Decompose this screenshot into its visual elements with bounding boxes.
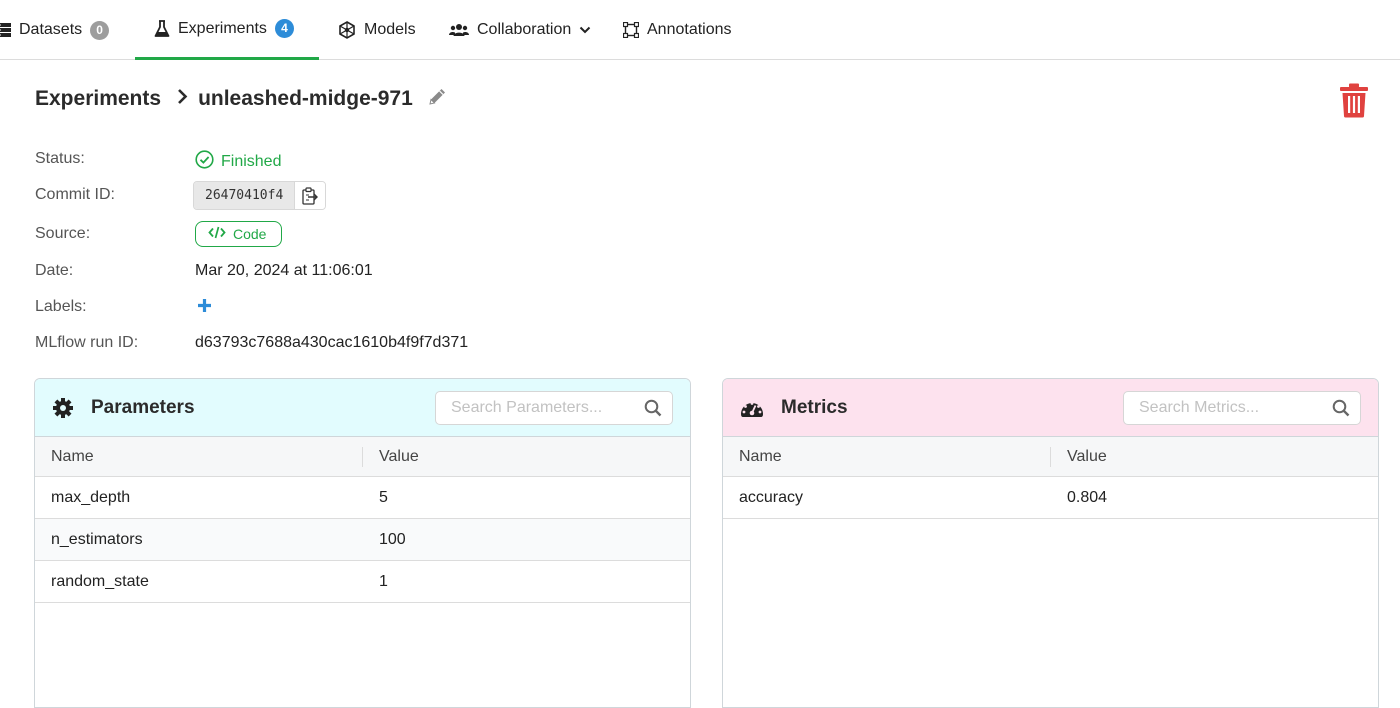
- table-row[interactable]: max_depth 5: [35, 477, 690, 519]
- source-label: Source:: [35, 225, 91, 242]
- metrics-panel: Metrics Name Value accuracy 0.804: [722, 378, 1379, 708]
- parameters-table-header: Name Value: [35, 437, 690, 477]
- code-button[interactable]: Code: [195, 221, 283, 247]
- metrics-header: Metrics: [723, 379, 1378, 437]
- metrics-table-header: Name Value: [723, 437, 1378, 477]
- metric-name: accuracy: [739, 488, 804, 506]
- param-value: 1: [379, 572, 388, 590]
- status-label: Status:: [35, 150, 85, 167]
- parameters-panel: Parameters Name Value max_depth 5 n_esti…: [34, 378, 691, 708]
- tab-collaboration[interactable]: Collaboration: [449, 0, 591, 60]
- flask-icon: [154, 19, 170, 38]
- table-row[interactable]: accuracy 0.804: [723, 477, 1378, 519]
- cube-network-icon: [338, 21, 356, 39]
- param-name: n_estimators: [51, 530, 143, 548]
- breadcrumb-experiments-link[interactable]: Experiments: [35, 87, 161, 111]
- column-header-name[interactable]: Name: [723, 437, 1051, 476]
- code-button-label: Code: [233, 226, 267, 242]
- top-nav: Datasets 0 Experiments 4 Models Collabor…: [0, 0, 1400, 60]
- mlflow-label: MLflow run ID:: [35, 334, 139, 351]
- metrics-title: Metrics: [781, 396, 848, 418]
- param-value: 5: [379, 488, 388, 506]
- trash-icon[interactable]: [1339, 83, 1369, 123]
- commit-label: Commit ID:: [35, 186, 115, 203]
- parameters-search-input[interactable]: [436, 398, 634, 418]
- gauge-icon: [740, 398, 764, 418]
- pencil-icon[interactable]: [427, 86, 448, 113]
- bounding-box-icon: [623, 22, 639, 38]
- metrics-search-input[interactable]: [1124, 398, 1322, 418]
- date-label: Date:: [35, 262, 74, 279]
- column-header-value[interactable]: Value: [1051, 437, 1378, 476]
- labels-label: Labels:: [35, 298, 87, 315]
- plus-icon[interactable]: [197, 298, 212, 318]
- chevron-right-icon: [177, 87, 188, 111]
- commit-box: 26470410f4: [193, 181, 327, 210]
- status-text: Finished: [221, 153, 282, 170]
- metric-value: 0.804: [1067, 488, 1108, 506]
- mlflow-run-id: d63793c7688a430cac1610b4f9f7d371: [195, 334, 469, 351]
- clipboard-copy-icon[interactable]: [294, 182, 326, 209]
- status-value: Finished: [195, 150, 281, 174]
- tab-datasets[interactable]: Datasets 0: [0, 0, 110, 60]
- parameters-title: Parameters: [91, 396, 195, 418]
- table-row[interactable]: random_state 1: [35, 561, 690, 603]
- chevron-down-icon: [579, 26, 591, 34]
- tab-annotations[interactable]: Annotations: [623, 0, 732, 60]
- code-icon: [208, 226, 226, 242]
- tab-models[interactable]: Models: [338, 0, 416, 60]
- metrics-search: [1123, 391, 1361, 425]
- commit-hash: 26470410f4: [194, 182, 295, 209]
- column-header-value[interactable]: Value: [363, 437, 690, 476]
- param-name: random_state: [51, 572, 149, 590]
- breadcrumb: Experiments unleashed-midge-971: [35, 84, 448, 114]
- tab-collaboration-label: Collaboration: [477, 21, 572, 38]
- param-name: max_depth: [51, 488, 131, 506]
- column-header-name[interactable]: Name: [35, 437, 363, 476]
- experiments-count-badge: 4: [274, 19, 294, 38]
- users-icon: [449, 23, 469, 37]
- param-value: 100: [379, 530, 406, 548]
- tab-models-label: Models: [364, 21, 416, 38]
- search-icon[interactable]: [634, 399, 672, 417]
- tab-datasets-label: Datasets: [19, 21, 83, 38]
- datasets-count-badge: 0: [90, 20, 110, 40]
- server-stack-icon: [0, 22, 11, 38]
- source-value: Code: [195, 221, 283, 247]
- parameters-search: [435, 391, 673, 425]
- table-row[interactable]: n_estimators 100: [35, 519, 690, 561]
- tab-experiments[interactable]: Experiments 4: [135, 0, 319, 60]
- search-icon[interactable]: [1322, 399, 1360, 417]
- gear-icon: [52, 397, 74, 419]
- parameters-header: Parameters: [35, 379, 690, 437]
- experiment-name: unleashed-midge-971: [198, 87, 413, 110]
- check-circle-icon: [195, 150, 214, 174]
- date-value: Mar 20, 2024 at 11:06:01: [195, 262, 373, 279]
- tab-annotations-label: Annotations: [647, 21, 732, 38]
- tab-experiments-label: Experiments: [178, 19, 267, 37]
